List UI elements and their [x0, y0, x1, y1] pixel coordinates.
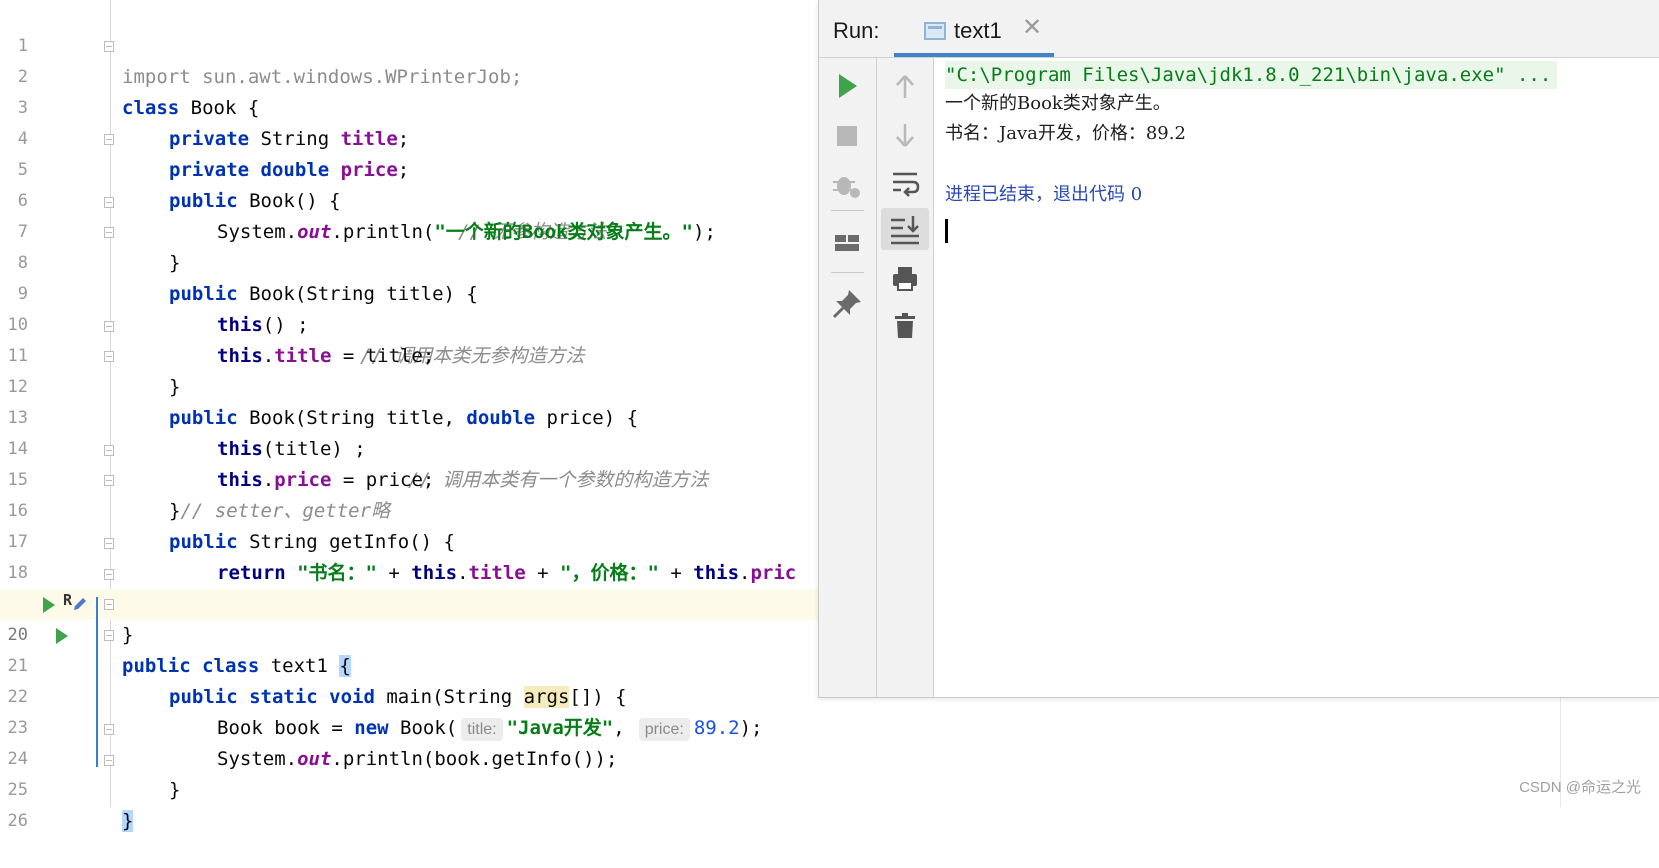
text-cursor	[945, 219, 948, 243]
fold-marker-icon[interactable]	[104, 41, 114, 52]
toolbar-separator	[831, 210, 864, 211]
code-line[interactable]: 26	[0, 775, 1659, 831]
fold-marker-icon[interactable]	[104, 630, 114, 641]
fold-marker-icon[interactable]	[104, 599, 114, 610]
code-line[interactable]: 25 }	[0, 744, 1659, 832]
fold-marker-icon[interactable]	[104, 197, 114, 208]
fold-marker-icon[interactable]	[104, 445, 114, 456]
r-label: R	[63, 591, 73, 609]
console-output-line: 书名：Java开发，价格：89.2	[945, 123, 1186, 144]
pin-icon[interactable]	[827, 284, 867, 324]
run-header: Run: text1 ✕	[819, 0, 1659, 58]
fold-marker-icon[interactable]	[104, 321, 114, 332]
fold-marker-icon[interactable]	[104, 755, 114, 766]
tab-active-indicator	[894, 53, 1054, 57]
matched-brace: }	[122, 810, 134, 832]
R-edit-icon[interactable]: R	[63, 591, 89, 613]
fold-marker-icon[interactable]	[104, 134, 114, 145]
scroll-down-icon[interactable]	[885, 114, 925, 154]
fold-marker-icon[interactable]	[104, 724, 114, 735]
scroll-up-icon[interactable]	[885, 66, 925, 106]
tab-label: text1	[954, 18, 1002, 43]
console-command-line: "C:\Program Files\Java\jdk1.8.0_221\bin\…	[945, 61, 1558, 89]
trash-icon[interactable]	[885, 306, 925, 346]
fold-marker-icon[interactable]	[104, 351, 114, 362]
line-number: 26	[7, 811, 28, 831]
fold-marker-icon[interactable]	[104, 538, 114, 549]
code-line[interactable]: 24 }	[0, 713, 1659, 801]
toolbar-separator	[831, 272, 864, 273]
run-arrow-icon[interactable]	[43, 597, 55, 613]
rerun-icon[interactable]	[827, 66, 867, 106]
close-icon[interactable]: ✕	[1022, 16, 1042, 40]
tab-text1[interactable]: text1 ✕	[894, 0, 1054, 57]
pencil-icon	[74, 598, 86, 610]
scope-indicator	[96, 597, 98, 767]
fold-marker-icon[interactable]	[104, 227, 114, 238]
fold-marker-icon[interactable]	[104, 569, 114, 580]
run-tool-window[interactable]: Run: text1 ✕ "C:\Program Files\Java\jdk1…	[818, 0, 1659, 698]
run-toolbar-right	[877, 58, 934, 697]
watermark: CSDN @命运之光	[1519, 779, 1641, 796]
soft-wrap-icon[interactable]	[885, 162, 925, 202]
run-arrow-icon[interactable]	[56, 628, 68, 644]
fold-marker-icon[interactable]	[104, 475, 114, 486]
layout-icon[interactable]	[827, 222, 867, 262]
scroll-to-end-icon[interactable]	[881, 208, 929, 250]
console-exit-line: 进程已结束，退出代码 0	[945, 184, 1143, 205]
console-output[interactable]: "C:\Program Files\Java\jdk1.8.0_221\bin\…	[945, 58, 1659, 697]
console-output-line: 一个新的Book类对象产生。	[945, 93, 1171, 114]
stop-icon[interactable]	[827, 116, 867, 156]
console-tab-icon	[924, 22, 946, 40]
debug-settings-icon[interactable]	[827, 164, 867, 204]
run-toolbar-left	[819, 58, 877, 697]
print-icon[interactable]	[885, 258, 925, 298]
run-title: Run:	[833, 18, 880, 43]
